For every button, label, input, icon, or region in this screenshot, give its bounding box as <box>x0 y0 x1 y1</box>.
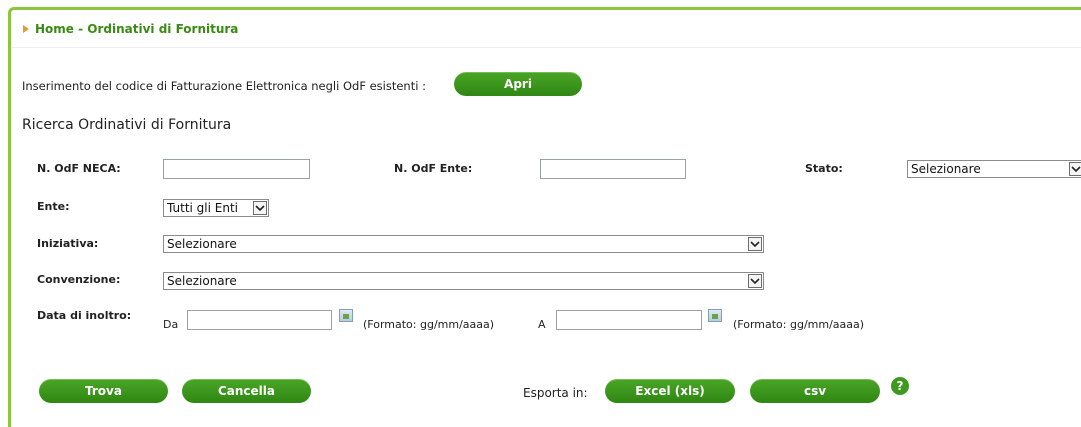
a-label: A <box>538 318 546 331</box>
excel-export-button[interactable]: Excel (xls) <box>605 379 735 403</box>
convenzione-select[interactable]: Selezionare <box>163 272 764 290</box>
breadcrumb: Home - Ordinativi di Fornitura <box>23 22 238 36</box>
chevron-down-icon[interactable] <box>1069 162 1081 176</box>
n-odf-neca-input[interactable] <box>163 159 310 179</box>
stato-select[interactable]: Selezionare <box>907 160 1081 178</box>
calendar-icon[interactable] <box>708 309 722 322</box>
date-to-input[interactable] <box>556 310 702 330</box>
ente-select[interactable]: Tutti gli Enti <box>163 199 269 217</box>
content-frame <box>8 7 1081 427</box>
data-inoltro-label: Data di inoltro: <box>37 309 132 322</box>
section-title: Ricerca Ordinativi di Fornitura <box>22 117 232 133</box>
apri-button[interactable]: Apri <box>454 72 582 96</box>
stato-value: Selezionare <box>911 162 981 176</box>
convenzione-label: Convenzione: <box>37 273 121 286</box>
cancella-button[interactable]: Cancella <box>182 379 311 403</box>
format-hint-from: (Formato: gg/mm/aaaa) <box>363 318 495 331</box>
n-odf-ente-input[interactable] <box>540 159 686 179</box>
ente-value: Tutti gli Enti <box>167 201 238 215</box>
chevron-down-icon[interactable] <box>748 237 762 251</box>
n-odf-neca-label: N. OdF NECA: <box>37 162 121 175</box>
da-label: Da <box>163 318 179 331</box>
ente-label: Ente: <box>37 200 70 213</box>
triangle-right-icon <box>23 25 29 33</box>
format-hint-to: (Formato: gg/mm/aaaa) <box>733 318 865 331</box>
trova-button[interactable]: Trova <box>39 379 168 403</box>
iniziativa-label: Iniziativa: <box>37 237 99 250</box>
breadcrumb-link[interactable]: Home - Ordinativi di Fornitura <box>35 22 238 36</box>
convenzione-value: Selezionare <box>167 274 237 288</box>
n-odf-ente-label: N. OdF Ente: <box>394 162 473 175</box>
breadcrumb-divider <box>12 47 1081 48</box>
esporta-label: Esporta in: <box>523 386 588 400</box>
iniziativa-value: Selezionare <box>167 237 237 251</box>
help-icon[interactable]: ? <box>891 377 909 395</box>
chevron-down-icon[interactable] <box>253 201 267 215</box>
stato-label: Stato: <box>805 162 843 175</box>
date-from-input[interactable] <box>187 310 332 330</box>
csv-export-button[interactable]: csv <box>750 379 880 403</box>
intro-text: Inserimento del codice di Fatturazione E… <box>22 79 426 93</box>
chevron-down-icon[interactable] <box>748 274 762 288</box>
calendar-icon[interactable] <box>339 309 353 322</box>
iniziativa-select[interactable]: Selezionare <box>163 235 764 253</box>
